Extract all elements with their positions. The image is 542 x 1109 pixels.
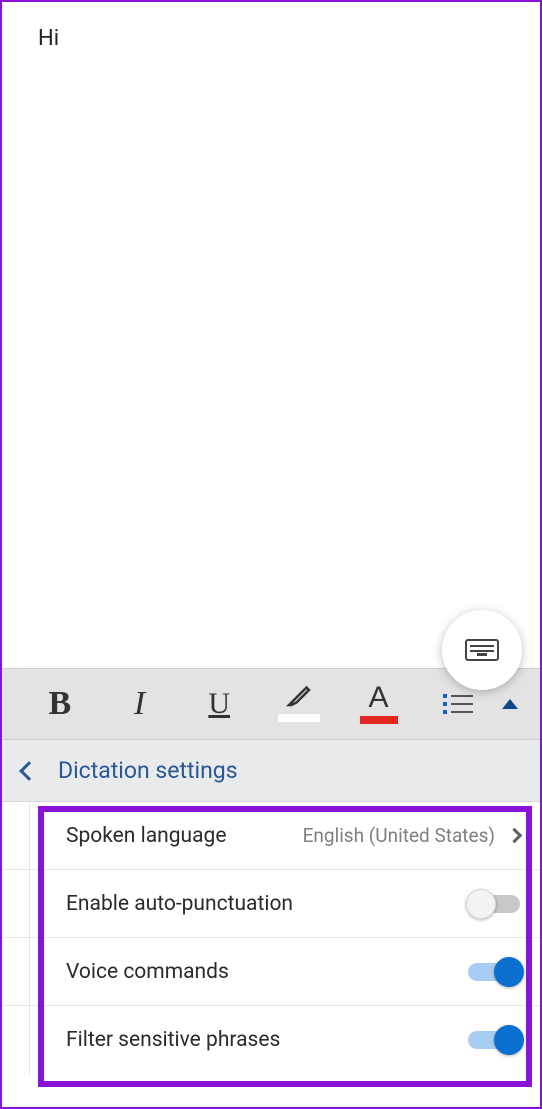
highlight-swatch — [278, 714, 320, 722]
document-text: Hi — [38, 26, 59, 51]
highlighter-icon — [278, 686, 320, 722]
highlight-color-button[interactable] — [263, 674, 335, 734]
settings-list: Spoken language English (United States) … — [2, 802, 540, 1107]
setting-auto-punctuation[interactable]: Enable auto-punctuation — [2, 870, 540, 938]
panel-title: Dictation settings — [58, 757, 238, 784]
toggle-auto-punctuation[interactable] — [468, 890, 520, 918]
setting-value: English (United States) — [303, 824, 495, 847]
expand-toolbar-button[interactable] — [502, 699, 518, 709]
setting-label: Voice commands — [66, 960, 229, 984]
font-color-icon: A — [358, 684, 400, 724]
back-icon[interactable] — [19, 761, 39, 781]
bold-icon: B — [48, 685, 71, 723]
app-viewport: Hi B I U A — [0, 0, 542, 1109]
setting-label: Spoken language — [66, 824, 226, 848]
setting-label: Enable auto-punctuation — [66, 892, 293, 916]
list-icon — [441, 690, 475, 718]
font-color-button[interactable]: A — [343, 674, 415, 734]
toggle-filter-sensitive[interactable] — [468, 1026, 520, 1054]
toggle-voice-commands[interactable] — [468, 958, 520, 986]
keyboard-fab[interactable] — [442, 610, 522, 690]
bold-button[interactable]: B — [24, 674, 96, 734]
italic-icon: I — [134, 685, 145, 723]
setting-filter-sensitive[interactable]: Filter sensitive phrases — [2, 1006, 540, 1074]
settings-panel-header: Dictation settings — [2, 740, 540, 802]
font-color-swatch — [360, 716, 398, 724]
document-body[interactable]: Hi — [2, 2, 540, 668]
italic-button[interactable]: I — [104, 674, 176, 734]
chevron-right-icon — [507, 828, 523, 844]
setting-spoken-language[interactable]: Spoken language English (United States) — [2, 802, 540, 870]
setting-voice-commands[interactable]: Voice commands — [2, 938, 540, 1006]
keyboard-icon — [465, 639, 499, 661]
underline-icon: U — [208, 687, 230, 721]
setting-label: Filter sensitive phrases — [66, 1028, 280, 1052]
underline-button[interactable]: U — [183, 674, 255, 734]
